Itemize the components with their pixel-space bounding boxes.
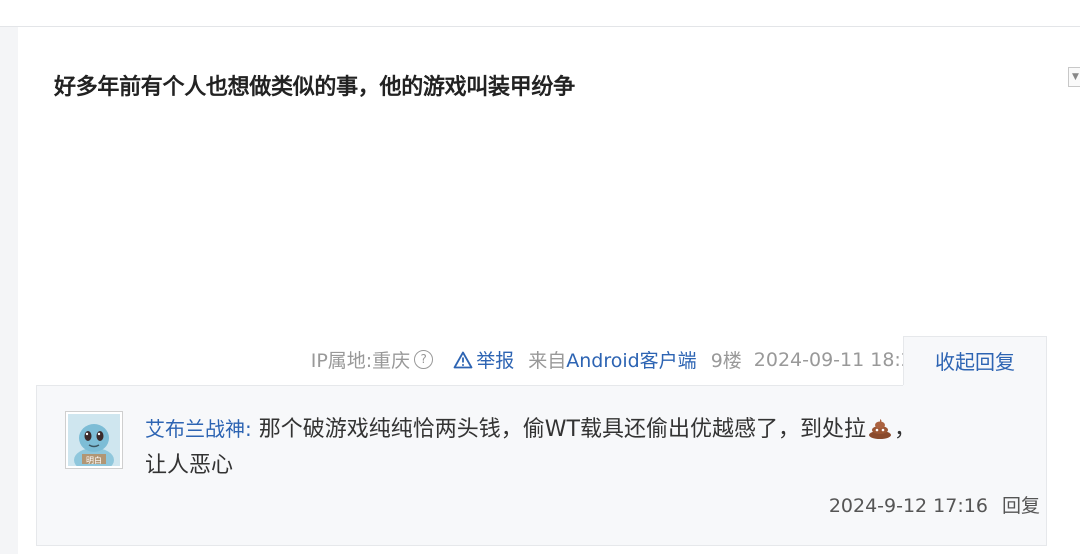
reply-username[interactable]: 艾布兰战神:	[145, 417, 252, 441]
reply-datetime: 2024-9-12 17:16	[828, 495, 988, 517]
post-datetime: 2024-09-11 18:29	[753, 348, 925, 371]
collapse-replies-button[interactable]: 收起回复	[903, 336, 1047, 387]
top-bar	[0, 0, 1080, 27]
avatar[interactable]: 明白	[65, 411, 123, 469]
post-menu-dropdown[interactable]: ▼	[1068, 67, 1080, 87]
warning-triangle-icon	[453, 351, 473, 368]
chevron-down-icon: ▼	[1072, 72, 1079, 82]
reply-text-line2: 让人恶心	[145, 453, 234, 478]
question-circle-icon[interactable]: ?	[414, 350, 434, 369]
floor-number: 9楼	[710, 350, 742, 372]
reply-footer: 2024-9-12 17:16 回复	[829, 491, 1040, 518]
avatar-caption: 明白	[86, 455, 102, 465]
post-content: 好多年前有个人也想做类似的事，他的游戏叫装甲纷争	[54, 75, 575, 100]
reply-box: 明白 艾布兰战神: 那个破游戏纯纯恰两头钱，偷WT载具还偷出优越感了，到处拉 ，…	[36, 385, 1047, 546]
ip-location: IP属地:重庆	[310, 350, 411, 372]
reply-text-part1: 那个破游戏纯纯恰两头钱，偷WT载具还偷出优越感了，到处拉	[258, 417, 866, 442]
poop-emoji-icon	[868, 419, 891, 439]
squirtle-avatar-icon: 明白	[68, 414, 120, 466]
reply-text: 艾布兰战神: 那个破游戏纯纯恰两头钱，偷WT载具还偷出优越感了，到处拉 ， 让人…	[145, 411, 1005, 484]
reply-text-part2: ，	[893, 417, 916, 442]
from-prefix: 来自	[528, 350, 567, 372]
report-label: 举报	[476, 350, 515, 372]
reply-box-border	[36, 385, 903, 386]
reply-button[interactable]: 回复	[1002, 495, 1040, 517]
post-meta: IP属地:重庆 ? 举报 来自 Android客户端 9楼 2024-09-11…	[311, 346, 925, 373]
left-margin	[0, 27, 18, 554]
report-link[interactable]: 举报	[453, 346, 514, 373]
client-link[interactable]: Android客户端	[566, 346, 696, 373]
